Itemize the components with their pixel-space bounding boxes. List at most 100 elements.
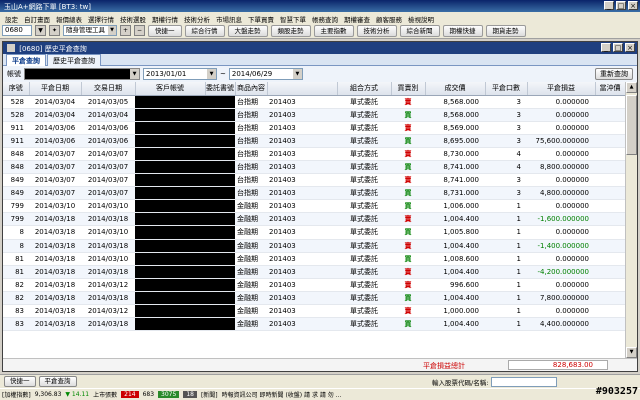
- menu-item[interactable]: 技術選股: [117, 12, 149, 24]
- menu-item[interactable]: 自訂畫面: [21, 12, 53, 24]
- account-select[interactable]: ▼: [24, 68, 140, 80]
- window-menu-icon[interactable]: [7, 44, 15, 52]
- table-row[interactable]: 83 2014/03/18 2014/03/18 金融期 201403 單式委託買 1,00…: [3, 317, 625, 332]
- table-row[interactable]: 528 2014/03/04 2014/03/05 台指期 201403 單式委託賣 8,5…: [3, 95, 625, 109]
- pnl-cell: 0.000000: [527, 252, 595, 266]
- table-row[interactable]: 849 2014/03/07 2014/03/07 台指期 201403 單式委託賣 8,7…: [3, 173, 625, 188]
- maximize-button[interactable]: □: [616, 1, 626, 10]
- refresh-button[interactable]: 重新查詢: [595, 68, 633, 80]
- menu-item[interactable]: 設定: [2, 12, 21, 24]
- account-cell-redacted: [135, 186, 205, 201]
- calendar-dropdown-icon[interactable]: ▼: [292, 69, 302, 79]
- column-header[interactable]: 當沖價: [595, 82, 625, 96]
- toolbar-button[interactable]: 綜合新聞: [399, 24, 440, 37]
- toolbar-button[interactable]: 技術分析: [356, 24, 397, 37]
- toolbar-button[interactable]: 大盤走勢: [227, 24, 268, 37]
- sub-maximize-button[interactable]: □: [613, 43, 623, 52]
- close-date-cell: 2014/03/18: [29, 278, 81, 292]
- menu-item[interactable]: 期權審查: [341, 12, 373, 24]
- tool-selector[interactable]: 隨身管理工具 ▼: [63, 25, 117, 36]
- search-input[interactable]: [491, 377, 558, 387]
- column-header[interactable]: 序號: [3, 82, 30, 96]
- subwindow-title: [0680] 歷史平倉查詢: [19, 45, 87, 53]
- date-to-input[interactable]: 2014/06/29 ▼: [228, 68, 303, 80]
- table-row[interactable]: 8 2014/03/18 2014/03/18 金融期 201403 單式委託賣 1,004…: [3, 239, 625, 253]
- menu-item[interactable]: 技術分析: [181, 12, 213, 24]
- chevron-down-icon: ▼: [130, 69, 139, 79]
- table-row[interactable]: 83 2014/03/18 2014/03/12 金融期 201403 單式委託賣 1,00…: [3, 304, 625, 319]
- contract-month-cell: 201403: [267, 121, 337, 135]
- table-row[interactable]: 82 2014/03/18 2014/03/12 金融期 201403 單式委託賣 996.…: [3, 278, 625, 292]
- column-header[interactable]: 組合方式: [337, 82, 392, 96]
- column-header[interactable]: 平倉口數: [485, 82, 528, 96]
- table-row[interactable]: 911 2014/03/06 2014/03/06 台指期 201403 單式委託賣 8,5…: [3, 121, 625, 135]
- menu-item[interactable]: 報價總表: [53, 12, 85, 24]
- product-cell: 金融期: [235, 291, 267, 306]
- sub-minimize-button[interactable]: _: [601, 43, 611, 52]
- column-header[interactable]: 平倉損益: [527, 82, 596, 96]
- pin-icon[interactable]: ✦: [49, 25, 60, 36]
- toolbar-button[interactable]: 綜合行情: [184, 24, 225, 37]
- column-header[interactable]: 成交價: [425, 82, 486, 96]
- calendar-dropdown-icon[interactable]: ▼: [207, 69, 216, 79]
- table-row[interactable]: 911 2014/03/06 2014/03/06 台指期 201403 單式委託買 8,6…: [3, 134, 625, 148]
- combo-type-cell: 單式委託: [337, 173, 391, 188]
- sub-close-button[interactable]: ×: [625, 43, 635, 52]
- main-toolbar: 0680 ▼ ✦ 隨身管理工具 ▼ + − 快捷一 綜合行情 大盤走勢 類股走勢 主要指…: [0, 23, 640, 39]
- menu-item[interactable]: 下單買賣: [245, 12, 277, 24]
- quantity-cell: 1: [485, 225, 527, 240]
- scroll-down-icon[interactable]: ▼: [626, 347, 637, 358]
- toolbar-button[interactable]: 快捷一: [148, 24, 182, 37]
- table-row[interactable]: 528 2014/03/04 2014/03/04 台指期 201403 單式委託買 8,5…: [3, 108, 625, 122]
- table-row[interactable]: 848 2014/03/07 2014/03/07 台指期 201403 單式委託賣 8,7…: [3, 147, 625, 161]
- quantity-cell: 4: [485, 160, 527, 175]
- scroll-up-icon[interactable]: ▲: [626, 82, 637, 93]
- menu-item[interactable]: 智慧下單: [277, 12, 309, 24]
- menu-item[interactable]: 期權行情: [149, 12, 181, 24]
- combo-type-cell: 單式委託: [337, 252, 391, 266]
- toolbar-button[interactable]: 類股走勢: [270, 24, 311, 37]
- minus-icon[interactable]: −: [134, 25, 145, 36]
- table-row[interactable]: 81 2014/03/18 2014/03/10 金融期 201403 單式委託買 1,00…: [3, 252, 625, 266]
- menu-item[interactable]: 市場訊息: [213, 12, 245, 24]
- table-row[interactable]: 799 2014/03/18 2014/03/18 金融期 201403 單式委託賣 1,0…: [3, 212, 625, 227]
- table-row[interactable]: 8 2014/03/18 2014/03/10 金融期 201403 單式委託買 1,005…: [3, 225, 625, 240]
- taskbar-window-button[interactable]: 快捷一: [4, 376, 36, 387]
- toolbar-button[interactable]: 主要指數: [313, 24, 354, 37]
- history-table: 序號 平倉日期 交易日期 客戶帳號 委託書號 商品內容 組合方式 買賣別 成交價 平倉口數 平倉損益…: [3, 82, 625, 358]
- toolbar-button[interactable]: 期貨走勢: [485, 24, 526, 37]
- table-row[interactable]: 848 2014/03/07 2014/03/07 台指期 201403 單式委託買 8,7…: [3, 160, 625, 175]
- date-from-input[interactable]: 2013/01/01 ▼: [143, 68, 217, 80]
- menu-item[interactable]: 帳務查詢: [309, 12, 341, 24]
- quantity-cell: 3: [485, 108, 527, 122]
- tab-history-close-query[interactable]: 歷史平倉查詢: [47, 54, 101, 66]
- minimize-button[interactable]: _: [604, 1, 614, 10]
- news-ticker[interactable]: 時報資訊公司 即時新聞 (收盤) 請 求 請 勿 ...: [222, 390, 342, 399]
- menu-item[interactable]: 選擇行情: [85, 12, 117, 24]
- seq-cell: 799: [3, 212, 29, 227]
- column-header[interactable]: 委託書號: [205, 82, 236, 96]
- column-header[interactable]: [267, 82, 338, 96]
- table-row[interactable]: 82 2014/03/18 2014/03/18 金融期 201403 單式委託買 1,00…: [3, 291, 625, 306]
- tab-close-query[interactable]: 平倉查詢: [6, 54, 46, 66]
- toolbar-button[interactable]: 期權快捷: [442, 24, 483, 37]
- plus-icon[interactable]: +: [120, 25, 131, 36]
- scroll-thumb[interactable]: [626, 95, 637, 155]
- product-cell: 台指期: [235, 160, 267, 175]
- vertical-scrollbar[interactable]: ▲ ▼: [625, 82, 637, 358]
- table-row[interactable]: 799 2014/03/10 2014/03/10 金融期 201403 單式委託買 1,0…: [3, 199, 625, 214]
- table-row[interactable]: 849 2014/03/07 2014/03/07 台指期 201403 單式委託買 8,7…: [3, 186, 625, 201]
- column-header[interactable]: 平倉日期: [29, 82, 82, 96]
- column-header[interactable]: 商品內容: [235, 82, 268, 96]
- order-no-cell-redacted: [205, 252, 235, 266]
- table-row[interactable]: 81 2014/03/18 2014/03/18 金融期 201403 單式委託賣 1,00…: [3, 265, 625, 279]
- column-header[interactable]: 客戶帳號: [135, 82, 206, 96]
- close-button[interactable]: ×: [628, 1, 638, 10]
- taskbar-window-button[interactable]: 平倉查詢: [38, 376, 77, 387]
- column-header[interactable]: 買賣別: [391, 82, 426, 96]
- column-header[interactable]: 交易日期: [81, 82, 136, 96]
- stock-code-input[interactable]: 0680: [2, 25, 32, 36]
- code-dropdown-icon[interactable]: ▼: [35, 25, 46, 36]
- menu-item[interactable]: 顧客服務: [373, 12, 405, 24]
- menu-item[interactable]: 檢視說明: [405, 12, 437, 24]
